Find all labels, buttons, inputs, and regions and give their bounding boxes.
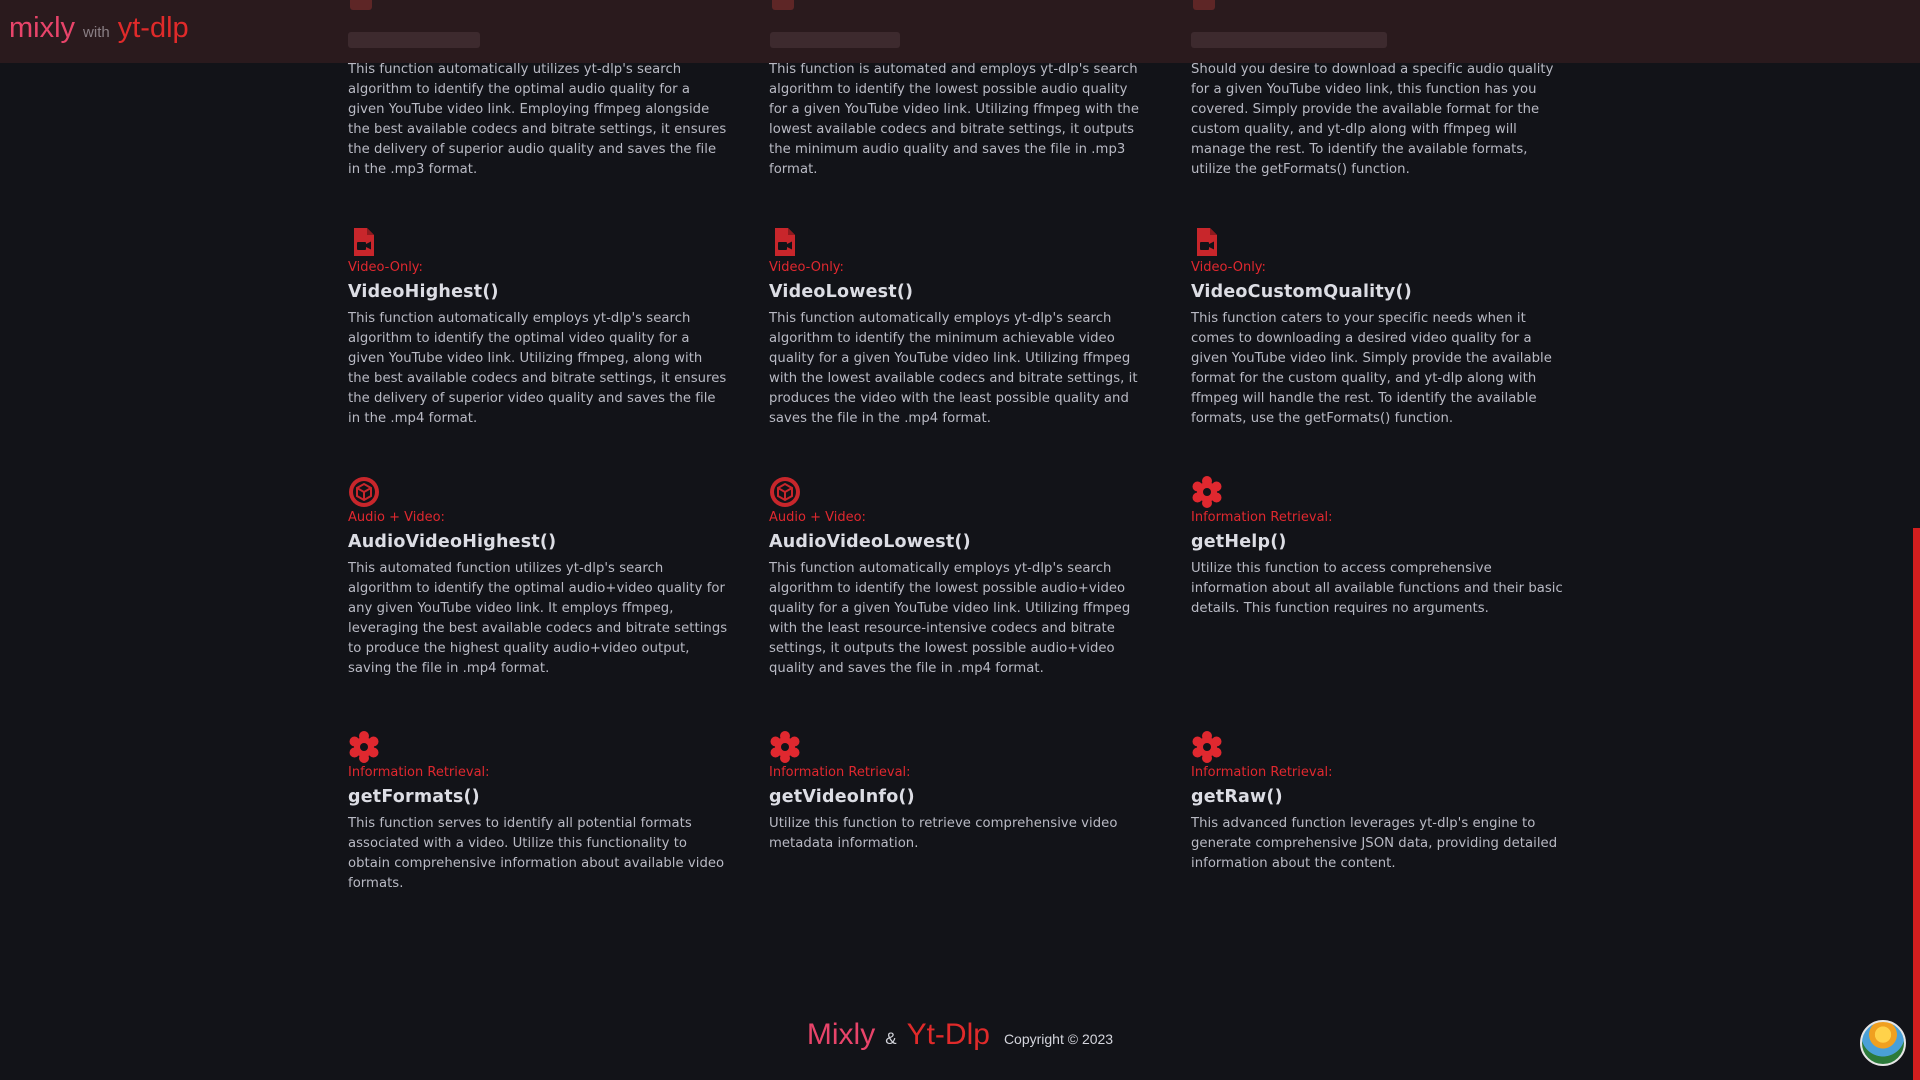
audio-custom-quality-card: Should you desire to download a specific…: [1191, 60, 1571, 180]
card-description: This function automatically employs yt-d…: [769, 311, 1138, 426]
card-description: Should you desire to download a specific…: [1191, 62, 1554, 177]
audio-highest-card: This function automatically utilizes yt-…: [348, 60, 728, 180]
brand-logo[interactable]: mixly with yt-dlp: [9, 12, 189, 45]
brand-ytdlp: yt-dlp: [117, 12, 189, 44]
card-description: This function serves to identify all pot…: [348, 816, 725, 891]
cube-icon: [349, 477, 379, 507]
page-scrollbar[interactable]: [1913, 528, 1920, 1080]
top-navbar: mixly with yt-dlp: [0, 0, 1920, 63]
card-description: Utilize this function to access comprehe…: [1191, 561, 1563, 616]
card-description: This function automatically employs yt-d…: [348, 311, 727, 426]
card-function-name: VideoCustomQuality(): [1191, 282, 1412, 302]
video-file-icon: [775, 228, 795, 256]
card-description: This advanced function leverages yt-dlp'…: [1191, 816, 1558, 871]
gear-icon: [1192, 476, 1222, 508]
brand-mixly: mixly: [9, 12, 76, 44]
card-function-name: VideoHighest(): [348, 282, 499, 302]
card-function-name: AudioVideoHighest(): [348, 532, 557, 552]
card-category: Information Retrieval:: [1191, 765, 1333, 780]
function-card: Information Retrieval: getVideoInfo() Ut…: [769, 731, 1149, 854]
card-category: Audio + Video:: [769, 510, 866, 525]
card-description: This function automatically utilizes yt-…: [348, 62, 727, 177]
card-description: This function automatically employs yt-d…: [769, 561, 1131, 676]
card-description: This automated function utilizes yt-dlp'…: [348, 561, 728, 676]
function-card: Audio + Video: AudioVideoHighest() This …: [348, 476, 728, 679]
floating-avatar-button[interactable]: [1860, 1020, 1906, 1066]
function-card: Video-Only: VideoLowest() This function …: [769, 226, 1149, 429]
card-category: Video-Only:: [348, 260, 423, 275]
video-file-icon: [354, 228, 374, 256]
card-category: Information Retrieval:: [1191, 510, 1333, 525]
function-card: Video-Only: VideoHighest() This function…: [348, 226, 728, 429]
card-category: Information Retrieval:: [769, 765, 911, 780]
card-function-name: getVideoInfo(): [769, 787, 915, 807]
gear-icon: [349, 731, 379, 763]
card-category: Video-Only:: [769, 260, 844, 275]
card-function-name: getRaw(): [1191, 787, 1283, 807]
function-card: Video-Only: VideoCustomQuality() This fu…: [1191, 226, 1571, 429]
footer: Mixly & Yt-Dlp Copyright © 2023: [0, 1018, 1920, 1052]
card-function-name: VideoLowest(): [769, 282, 914, 302]
function-card: Information Retrieval: getFormats() This…: [348, 731, 728, 894]
brand-with: with: [83, 24, 110, 41]
gear-icon: [1192, 731, 1222, 763]
function-card: Information Retrieval: getRaw() This adv…: [1191, 731, 1571, 874]
audio-lowest-card: This function is automated and employs y…: [769, 60, 1149, 180]
footer-mixly: Mixly: [806, 1018, 876, 1051]
footer-ampersand: &: [885, 1029, 897, 1048]
card-description: Utilize this function to retrieve compre…: [769, 816, 1118, 851]
card-description: This function is automated and employs y…: [769, 62, 1139, 177]
card-category: Audio + Video:: [348, 510, 445, 525]
cube-icon: [770, 477, 800, 507]
gear-icon: [770, 731, 800, 763]
footer-ytdlp: Yt-Dlp: [906, 1018, 990, 1051]
card-description: This function caters to your specific ne…: [1191, 311, 1552, 426]
card-function-name: getFormats(): [348, 787, 480, 807]
card-function-name: AudioVideoLowest(): [769, 532, 971, 552]
card-category: Information Retrieval:: [348, 765, 490, 780]
function-card: Audio + Video: AudioVideoLowest() This f…: [769, 476, 1149, 679]
footer-copyright: Copyright © 2023: [1003, 1031, 1114, 1047]
card-category: Video-Only:: [1191, 260, 1266, 275]
video-file-icon: [1197, 228, 1217, 256]
function-card: Information Retrieval: getHelp() Utilize…: [1191, 476, 1571, 619]
card-function-name: getHelp(): [1191, 532, 1287, 552]
